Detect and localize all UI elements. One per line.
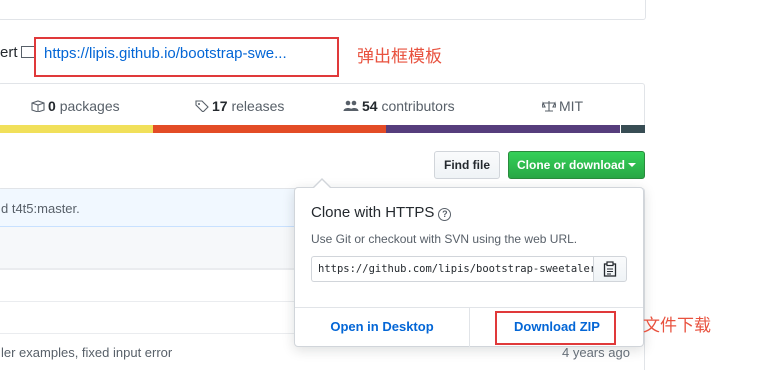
copy-url-button[interactable] — [593, 256, 627, 282]
language-bar-css[interactable] — [386, 125, 620, 133]
question-icon[interactable]: ? — [438, 208, 452, 221]
annotation-highlight-box — [495, 311, 616, 345]
package-icon — [31, 100, 45, 112]
people-icon — [343, 100, 359, 111]
popover-title-text: Clone with HTTPS — [311, 204, 435, 221]
stat-packages[interactable]: 0 packages — [31, 98, 120, 114]
packages-count: 0 — [48, 98, 56, 114]
stat-contributors[interactable]: 54 contributors — [343, 98, 455, 114]
language-bar-html[interactable] — [153, 125, 386, 133]
annotation-highlight-box — [34, 37, 339, 77]
find-file-button[interactable]: Find file — [434, 151, 500, 179]
open-in-desktop-button[interactable]: Open in Desktop — [295, 307, 469, 347]
contributors-count: 54 — [362, 98, 378, 114]
releases-count: 17 — [212, 98, 228, 114]
annotation-popup-template: 弹出框模板 — [357, 47, 442, 66]
packages-label: packages — [59, 98, 120, 114]
caret-down-icon — [628, 163, 636, 167]
law-icon — [542, 101, 556, 112]
description-text: ert — [0, 44, 18, 61]
stat-releases[interactable]: 17 releases — [195, 98, 284, 114]
repo-header-box — [0, 0, 646, 20]
file-commit-age: 4 years ago — [562, 345, 630, 360]
stat-license[interactable]: MIT — [542, 98, 583, 114]
clone-button-label: Clone or download — [517, 158, 625, 172]
clone-or-download-button[interactable]: Clone or download — [508, 151, 645, 179]
missing-glyph-box — [20, 46, 35, 58]
popover-title: Clone with HTTPS? — [311, 204, 452, 221]
license-label: MIT — [559, 98, 584, 114]
clipboard-icon — [603, 261, 617, 277]
language-bar-javascript[interactable] — [0, 125, 153, 133]
commit-message[interactable]: d t4t5:master. — [1, 201, 80, 216]
repo-summary-bar: 0 packages 17 releases 54 contributors M… — [0, 83, 645, 127]
repo-description: ert — [0, 44, 35, 61]
tag-icon — [195, 100, 209, 112]
popover-arrow-inner — [314, 180, 330, 188]
annotation-file-download: 文件下载 — [643, 316, 711, 335]
language-bar-other[interactable] — [621, 125, 645, 133]
contributors-label: contributors — [381, 98, 455, 114]
popover-description: Use Git or checkout with SVN using the w… — [311, 232, 578, 246]
releases-label: releases — [231, 98, 285, 114]
clone-url-input[interactable]: https://github.com/lipis/bootstrap-sweet… — [311, 256, 594, 282]
file-commit-message[interactable]: ler examples, fixed input error — [1, 345, 172, 360]
